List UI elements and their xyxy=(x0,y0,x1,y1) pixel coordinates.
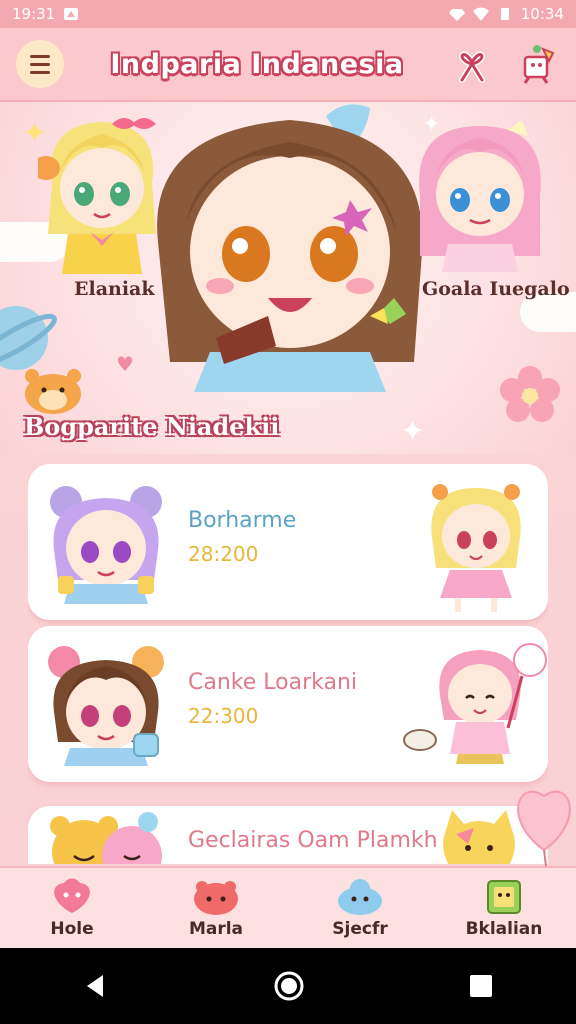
hamburger-menu-button[interactable] xyxy=(16,40,64,88)
back-icon[interactable] xyxy=(81,971,111,1001)
nav-label: Sjecfr xyxy=(332,919,388,939)
wifi-icon xyxy=(472,7,489,21)
list-item-name: Geclairas Oam Plamkh xyxy=(188,828,438,853)
list-item[interactable]: Borharme 28:200 xyxy=(28,464,548,620)
recents-icon[interactable] xyxy=(467,972,495,1000)
purple-hair-avatar xyxy=(50,486,162,604)
home-icon[interactable] xyxy=(272,969,306,1003)
nav-marla[interactable]: Marla xyxy=(156,877,276,939)
nav-label: Bklalian xyxy=(465,919,543,939)
pink-blob-icon xyxy=(54,878,90,913)
nav-bklalian[interactable]: Bklalian xyxy=(444,877,564,939)
hamster-icon xyxy=(25,369,81,414)
ribbon-icon[interactable] xyxy=(450,42,494,86)
list-item-time: 28:200 xyxy=(188,542,259,566)
sparkle-icon: ✦ xyxy=(400,414,426,449)
heart-balloon-icon xyxy=(517,790,571,866)
section-title: Bogparite Niadekii xyxy=(24,412,280,441)
hero-banner: ✦ ✦ ✦ ♥ Elaniak Goala Iuegalo xyxy=(0,102,576,454)
status-clock: 10:34 xyxy=(520,5,564,23)
nav-label: Hole xyxy=(50,919,94,939)
heart-icon: ♥ xyxy=(116,352,134,376)
left-character-label: Elaniak xyxy=(74,278,155,300)
blonde-girl-character xyxy=(38,118,156,274)
brown-hair-avatar xyxy=(48,646,164,766)
gift-character-icon[interactable] xyxy=(516,42,560,86)
list-item-name: Borharme xyxy=(188,508,297,533)
green-notebook-icon xyxy=(487,880,521,914)
red-blob-icon xyxy=(194,881,238,915)
bottom-navigation: Hole Marla Sjecfr Bklalian xyxy=(0,866,576,948)
list-item[interactable]: Geclairas Oam Plamkh xyxy=(28,806,548,864)
pink-hair-cooking-character xyxy=(403,643,547,764)
nav-home[interactable]: Hole xyxy=(12,877,132,939)
list-item-name: Canke Loarkani xyxy=(188,670,358,695)
pink-hair-girl-character xyxy=(419,120,541,272)
status-time: 19:31 xyxy=(12,5,56,23)
flower-icon xyxy=(500,366,560,422)
right-character-label: Goala Iuegalo xyxy=(422,278,570,300)
diamond-icon xyxy=(448,9,465,21)
nav-search[interactable]: Sjecfr xyxy=(300,877,420,939)
app-header: Indparia Indanesia xyxy=(0,28,576,102)
bear-duo-avatar xyxy=(50,812,162,864)
notification-icon xyxy=(64,8,79,20)
character-list: Borharme 28:200 Canke Loarkani 22:300 Ge… xyxy=(28,464,548,864)
app-title: Indparia Indanesia xyxy=(110,48,404,80)
brown-hair-girl-character xyxy=(157,104,423,392)
blonde-twintail-character xyxy=(431,484,521,612)
status-bar: 19:31 10:34 xyxy=(0,0,576,28)
nav-label: Marla xyxy=(188,919,244,939)
blue-blob-icon xyxy=(338,879,382,915)
list-item-time: 22:300 xyxy=(188,704,259,728)
battery-icon xyxy=(500,8,509,20)
system-navigation-bar xyxy=(0,948,576,1024)
cat-character xyxy=(443,810,515,864)
list-item[interactable]: Canke Loarkani 22:300 xyxy=(28,626,548,782)
